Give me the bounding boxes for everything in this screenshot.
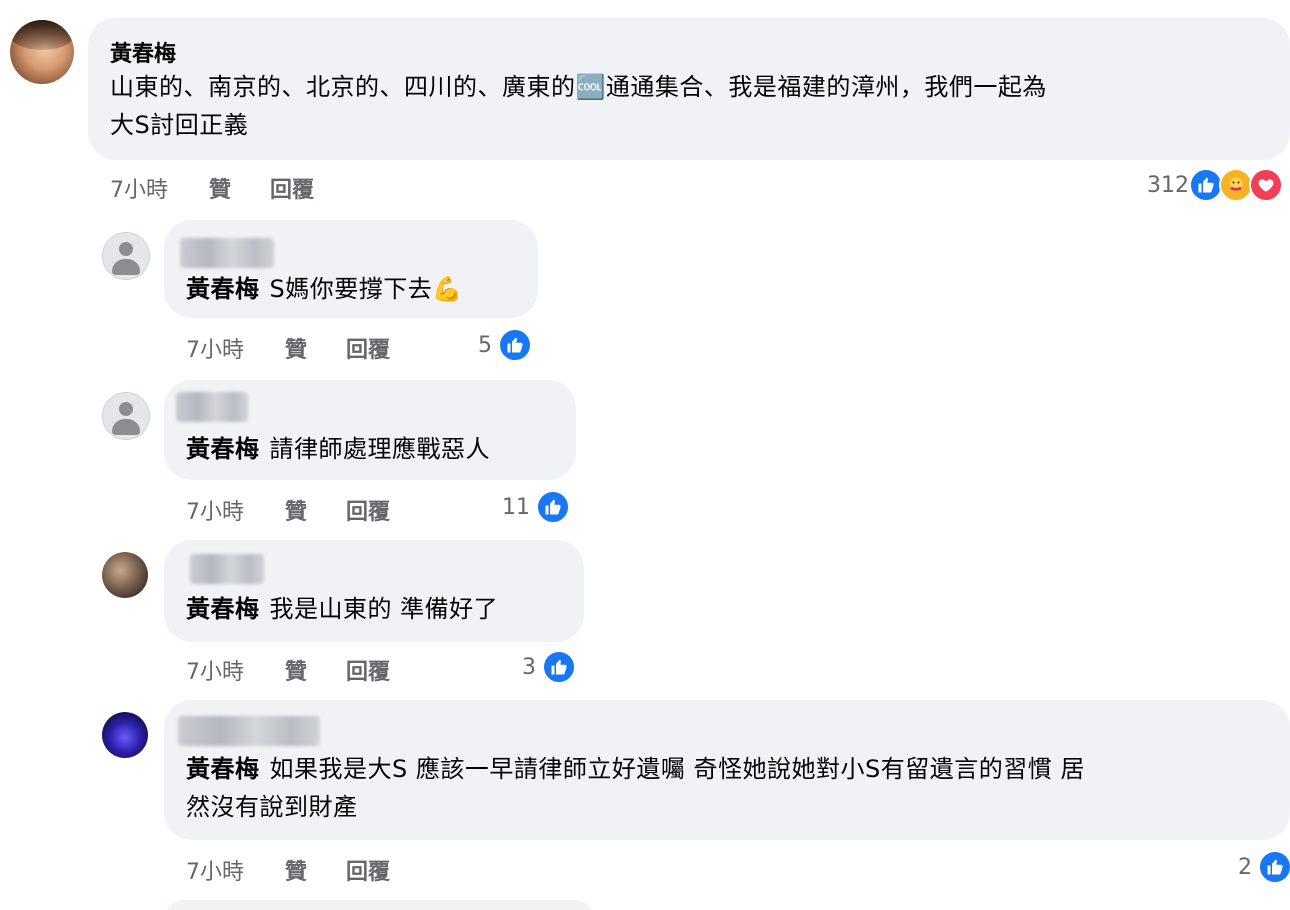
- like-button[interactable]: 贊: [285, 854, 307, 886]
- care-icon: [1219, 168, 1253, 202]
- like-button[interactable]: 贊: [285, 494, 307, 526]
- avatar-photo: [10, 20, 74, 50]
- comment-actions: 7小時 贊 回覆: [110, 172, 314, 204]
- reply-button[interactable]: 回覆: [270, 172, 314, 204]
- reply-avatar[interactable]: [102, 552, 148, 598]
- like-button[interactable]: 贊: [285, 332, 307, 364]
- reply-text-content: 我是山東的 準備好了: [269, 595, 499, 623]
- reply-text-line: 黃春梅 如果我是大S 應該一早請律師立好遺囑 奇怪她說她對小S有留遺言的習慣 居: [186, 750, 1286, 788]
- reply-button[interactable]: 回覆: [346, 332, 390, 364]
- reply-text-content: S媽你要撐下去💪: [269, 275, 463, 303]
- mention-tag[interactable]: 黃春梅: [186, 435, 260, 463]
- reply-avatar[interactable]: [102, 232, 150, 280]
- reply-timestamp[interactable]: 7小時: [186, 494, 244, 526]
- blurred-author-name: [178, 716, 320, 746]
- reaction-summary[interactable]: 312: [1147, 168, 1283, 202]
- reply-text: 黃春梅 我是山東的 準備好了: [186, 590, 498, 628]
- reaction-summary[interactable]: 3: [522, 650, 576, 684]
- reply-actions: 7小時 贊 回覆: [186, 332, 390, 364]
- reply-text: 黃春梅 如果我是大S 應該一早請律師立好遺囑 奇怪她說她對小S有留遺言的習慣 居 …: [186, 750, 1286, 826]
- reply-timestamp[interactable]: 7小時: [186, 654, 244, 686]
- comment-text-line: 大S討回正義: [110, 111, 249, 139]
- reply-button[interactable]: 回覆: [346, 654, 390, 686]
- comment-text-line: 山東的、南京的、北京的、四川的、廣東的🆒通通集合、我是福建的漳州，我們一起為: [110, 73, 1047, 101]
- reply-button[interactable]: 回覆: [346, 494, 390, 526]
- reply-text: 黃春梅 S媽你要撐下去💪: [186, 270, 463, 308]
- comment-thread: 黃春梅 山東的、南京的、北京的、四川的、廣東的🆒通通集合、我是福建的漳州，我們一…: [0, 0, 1290, 910]
- reaction-summary[interactable]: 2: [1238, 850, 1290, 884]
- mention-tag[interactable]: 黃春梅: [186, 755, 260, 783]
- commenter-avatar[interactable]: [10, 20, 74, 84]
- like-icon: [536, 490, 570, 524]
- reaction-count: 3: [522, 654, 536, 680]
- reaction-count: 11: [502, 494, 530, 520]
- blurred-author-name: [180, 238, 274, 268]
- reply-timestamp[interactable]: 7小時: [186, 854, 244, 886]
- mention-tag[interactable]: 黃春梅: [186, 595, 260, 623]
- reaction-summary[interactable]: 5: [478, 328, 532, 362]
- reaction-summary[interactable]: 11: [502, 490, 570, 524]
- reply-avatar[interactable]: [102, 392, 150, 440]
- reply-text-line: 然沒有說到財產: [186, 793, 358, 821]
- blurred-author-name: [190, 554, 264, 584]
- like-button[interactable]: 贊: [285, 654, 307, 686]
- reply-text-content: 請律師處理應戰惡人: [269, 435, 490, 463]
- reply-actions: 7小時 贊 回覆: [186, 654, 390, 686]
- reaction-count: 312: [1147, 172, 1189, 198]
- love-icon: [1249, 168, 1283, 202]
- reaction-count: 2: [1238, 854, 1252, 880]
- mention-tag[interactable]: 黃春梅: [186, 275, 260, 303]
- comment-timestamp[interactable]: 7小時: [110, 172, 168, 204]
- default-user-icon: [112, 419, 140, 435]
- like-icon: [1189, 168, 1223, 202]
- like-icon: [542, 650, 576, 684]
- comment-author[interactable]: 黃春梅: [110, 36, 176, 68]
- reply-text: 黃春梅 請律師處理應戰惡人: [186, 430, 490, 468]
- reply-actions: 7小時 贊 回覆: [186, 854, 390, 886]
- like-button[interactable]: 贊: [209, 172, 231, 204]
- blurred-author-name: [176, 392, 248, 422]
- reaction-count: 5: [478, 332, 492, 358]
- reply-text-content: 如果我是大S 應該一早請律師立好遺囑 奇怪她說她對小S有留遺言的習慣 居: [269, 755, 1085, 783]
- like-icon: [1258, 850, 1290, 884]
- comment-text: 山東的、南京的、北京的、四川的、廣東的🆒通通集合、我是福建的漳州，我們一起為 大…: [110, 68, 1280, 144]
- default-user-icon: [119, 402, 133, 416]
- reply-timestamp[interactable]: 7小時: [186, 332, 244, 364]
- default-user-icon: [112, 259, 140, 275]
- like-icon: [498, 328, 532, 362]
- next-reply-bubble: [164, 900, 594, 910]
- reply-actions: 7小時 贊 回覆: [186, 494, 390, 526]
- reply-button[interactable]: 回覆: [346, 854, 390, 886]
- default-user-icon: [119, 242, 133, 256]
- reply-avatar[interactable]: [102, 712, 148, 758]
